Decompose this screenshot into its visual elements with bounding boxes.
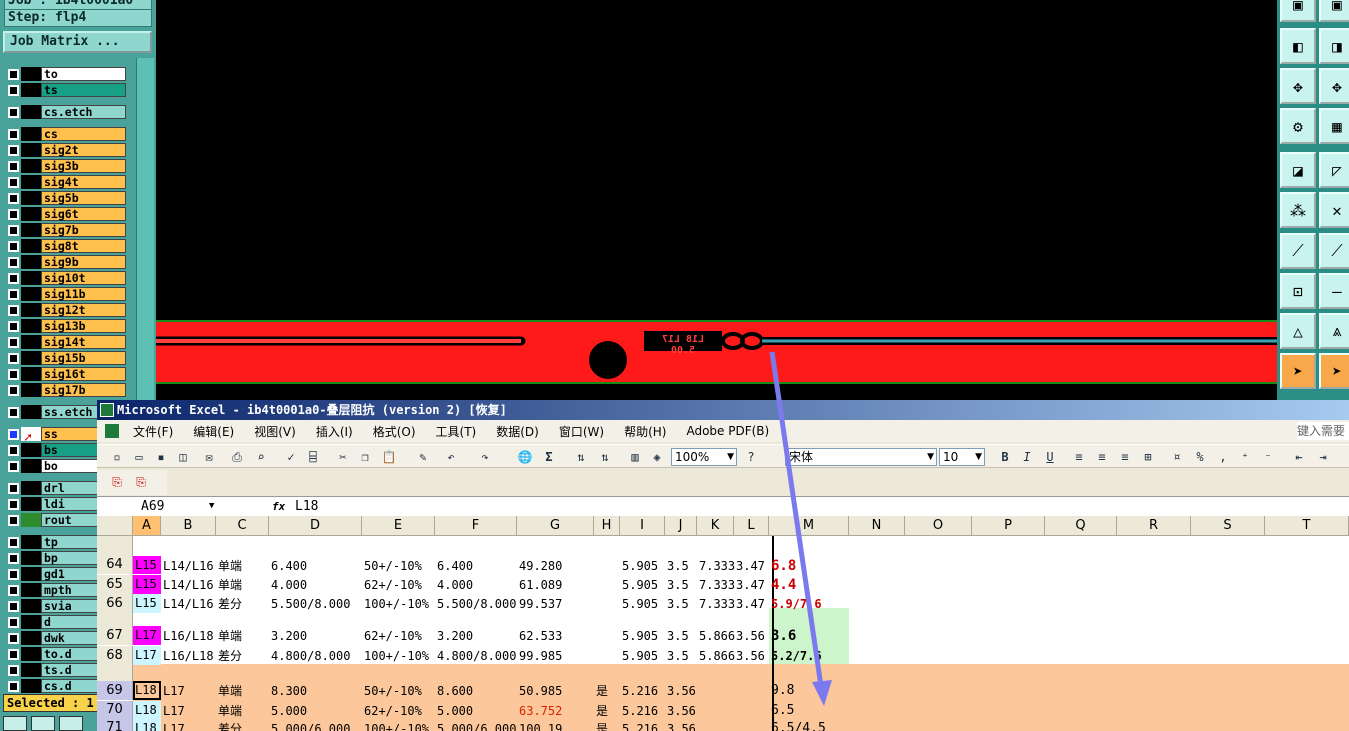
annotation-arrow xyxy=(769,351,832,706)
arrow-line xyxy=(769,351,825,694)
arrow-head xyxy=(812,680,832,706)
